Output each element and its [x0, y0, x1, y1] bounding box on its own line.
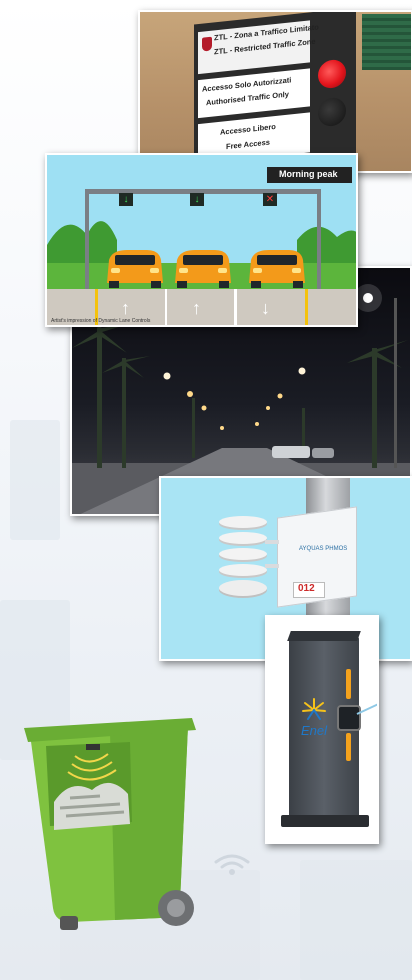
ev-charger-photo: Enel: [265, 615, 379, 844]
gantry-signal-down-2: ↓: [190, 193, 204, 206]
window-shutter: [362, 14, 411, 70]
wifi-icon: [212, 852, 252, 876]
up-arrow-icon: ↑: [192, 298, 201, 318]
gantry-signal-x: ✕: [263, 193, 277, 206]
smart-bin: [20, 712, 220, 942]
enel-logo-icon: [301, 697, 327, 723]
lane-control-caption: Artist's impression of Dynamic Lane Cont…: [51, 318, 151, 324]
background-building: [10, 420, 60, 540]
gantry-signal-down-1: ↓: [119, 193, 133, 206]
off-light-icon: [318, 96, 346, 128]
sensor-brand: AYQUAS PHMOS: [299, 546, 348, 552]
charger-brand: Enel: [301, 723, 328, 738]
charger-base: [281, 815, 369, 827]
up-arrow-icon: ↑: [121, 298, 130, 318]
red-light-icon: [318, 58, 346, 90]
lane-control-photo: ↓ ↓ ✕ Morning peak ↑ ↑ ↓ Artist's impres…: [45, 153, 358, 327]
charger-led-strip: [346, 733, 351, 761]
background-building: [300, 860, 412, 980]
sensor-shield: [219, 516, 267, 600]
charger-led-strip: [346, 669, 351, 699]
charger-top: [287, 631, 361, 641]
ztl-sign-photo: ZTL - Zona a Traffico Limitato ZTL - Res…: [138, 10, 412, 173]
charger-socket-icon: [337, 705, 361, 731]
ztl-sign: ZTL - Zona a Traffico Limitato ZTL - Res…: [194, 12, 356, 171]
down-arrow-icon: ↓: [261, 298, 270, 318]
peak-badge-label: Morning peak: [279, 169, 338, 179]
sensor-id: 012: [298, 583, 315, 594]
